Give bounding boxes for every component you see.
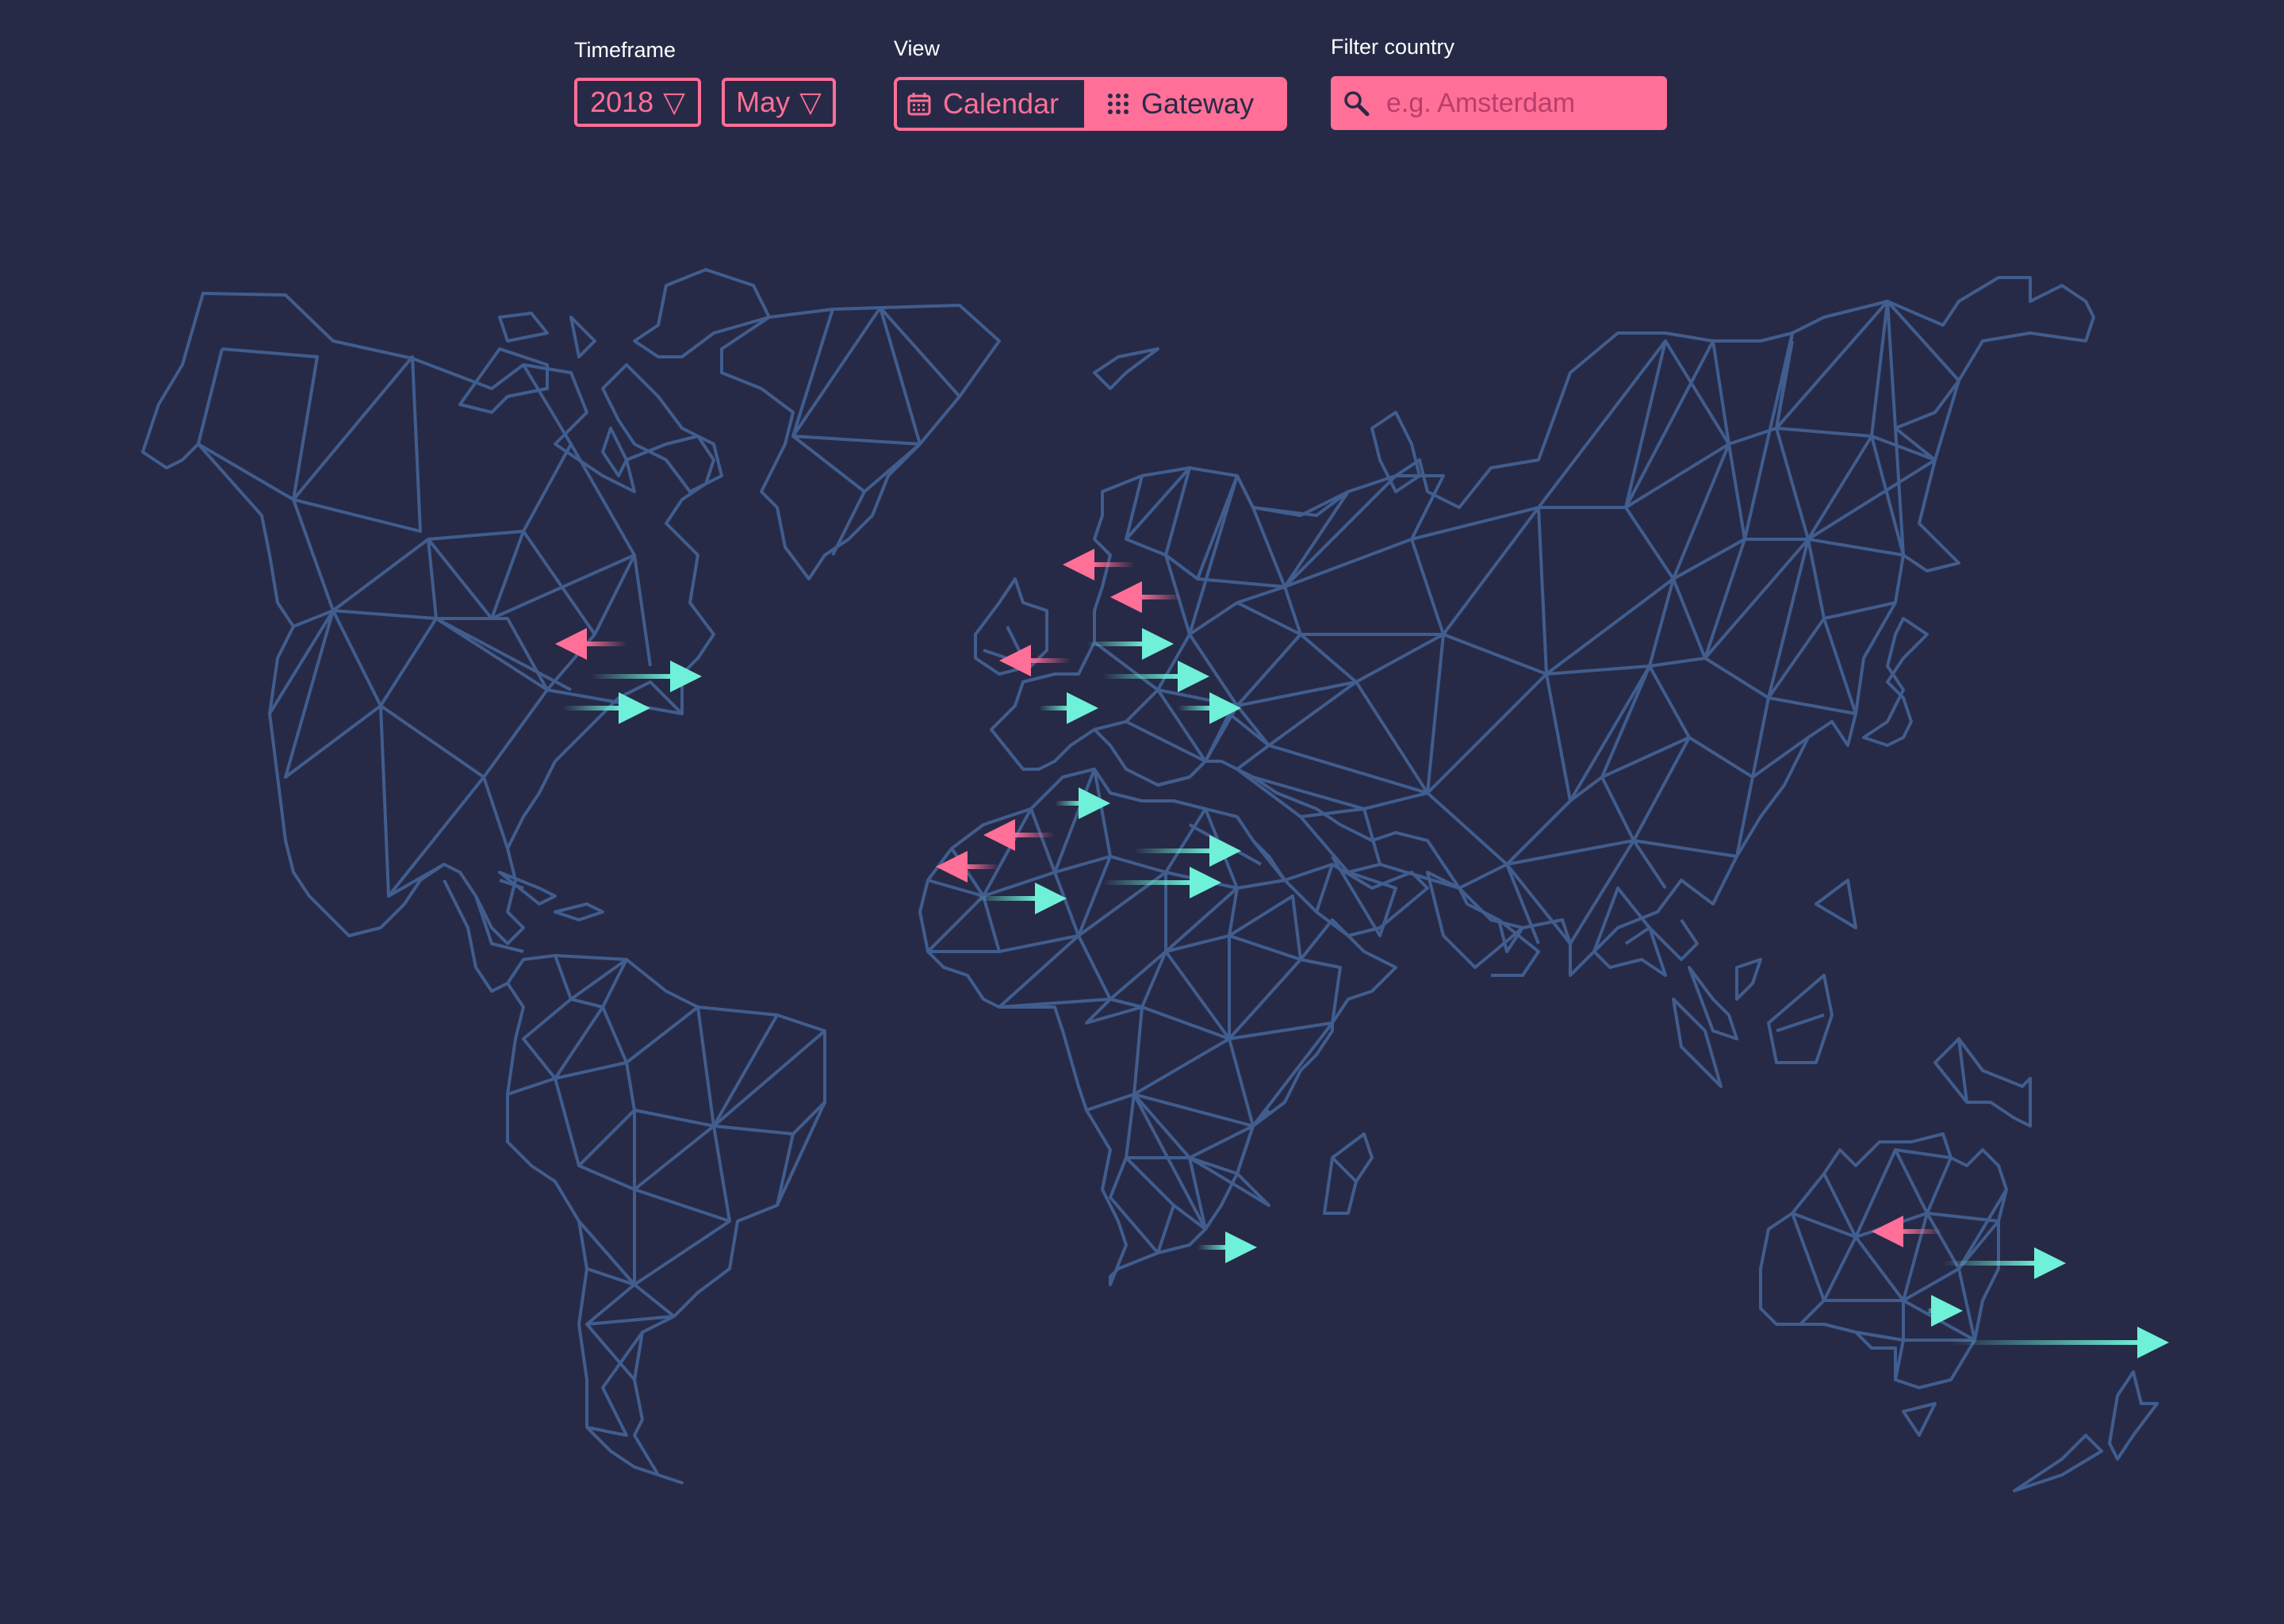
world-map <box>141 268 2169 1492</box>
outbound-flow-arrow <box>1951 1327 2169 1358</box>
outbound-flow-arrow <box>1086 628 1174 660</box>
south-america-landmass <box>506 954 826 1484</box>
arrow-shaft <box>1039 706 1070 710</box>
arrow-shaft <box>563 706 622 710</box>
arrow-head <box>1067 692 1098 724</box>
arrow-shaft <box>1178 706 1213 710</box>
arrow-shaft <box>584 642 627 646</box>
arrow-shaft <box>1139 595 1182 599</box>
arrow-head <box>936 851 968 883</box>
arrow-head <box>670 661 702 692</box>
arrow-shaft <box>1198 1245 1228 1250</box>
arrow-shaft <box>1900 1229 1943 1234</box>
inbound-flow-arrow <box>555 628 627 660</box>
arrow-shaft <box>1091 562 1134 567</box>
arrow-head <box>1063 549 1094 580</box>
arrow-shaft <box>1943 1261 2037 1266</box>
outbound-flow-arrow <box>1039 692 1098 724</box>
arrow-head <box>1931 1295 1963 1327</box>
tasmania-landmass <box>1902 1402 1937 1437</box>
new-zealand-landmass <box>2013 1370 2159 1492</box>
arrow-shaft <box>1102 880 1193 885</box>
arrow-shaft <box>1951 1340 2140 1345</box>
arrow-head <box>1178 661 1209 692</box>
arrow-head <box>1110 581 1142 613</box>
arrow-shaft <box>1134 848 1213 853</box>
arrow-shaft <box>1055 801 1082 806</box>
outbound-flow-arrow <box>591 661 702 692</box>
arrow-head <box>2034 1247 2066 1279</box>
arrow-shaft <box>591 674 673 679</box>
arctic-island <box>458 268 771 493</box>
madagascar-landmass <box>1323 1132 1374 1215</box>
outbound-flow-arrow <box>563 692 650 724</box>
inbound-flow-arrow <box>1110 581 1182 613</box>
outbound-flow-arrow <box>1198 1231 1257 1263</box>
arrow-head <box>2137 1327 2169 1358</box>
japan-landmass <box>1862 617 1929 747</box>
iceland-landmass <box>1093 347 1159 390</box>
arrow-head <box>1079 787 1110 819</box>
arrow-head <box>619 692 650 724</box>
greenland-landmass <box>720 304 1001 580</box>
arrow-head <box>555 628 587 660</box>
arrow-head <box>1225 1231 1257 1263</box>
arrow-head <box>1872 1216 1903 1247</box>
arrow-shaft <box>1086 642 1145 646</box>
arrow-shaft <box>975 896 1038 901</box>
arrow-head <box>1190 867 1221 898</box>
new-guinea-landmass <box>1933 1037 2032 1128</box>
arrow-head <box>1142 628 1174 660</box>
arrow-shaft <box>1012 833 1055 837</box>
arrow-shaft <box>1028 658 1071 663</box>
inbound-flow-arrow <box>1063 549 1134 580</box>
arrow-shaft <box>1102 674 1181 679</box>
arrow-shaft <box>964 864 999 869</box>
